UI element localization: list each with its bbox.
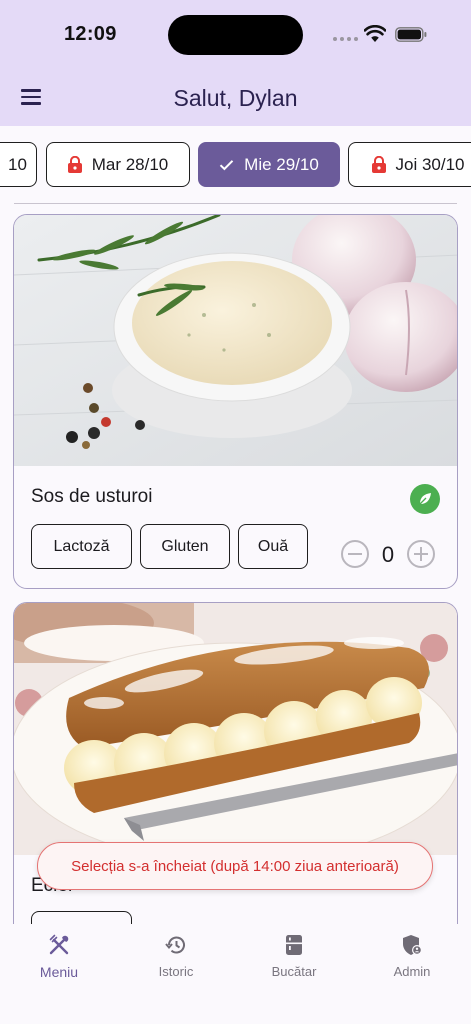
divider (14, 203, 457, 204)
app-bar: Salut, Dylan (0, 70, 471, 126)
vegetarian-leaf-icon (410, 484, 440, 514)
status-time: 12:09 (64, 23, 117, 45)
fridge-icon (281, 932, 307, 958)
date-chip-label: 10 (8, 154, 27, 174)
date-chip-selected[interactable]: Mie 29/10 (198, 142, 340, 187)
app-screen: 12:09 Salut, Dylan 10 Mar 28/10 Mie 29/1… (0, 0, 471, 1024)
nav-item-label: Bucătar (271, 964, 317, 979)
menu-item-card: Ecler (13, 602, 458, 942)
date-chip-label: Mar 28/10 (91, 154, 169, 174)
dish-photo (14, 603, 457, 855)
selection-closed-toast: Selecția s-a încheiat (după 14:00 ziua a… (37, 842, 433, 890)
dish-name: Sos de usturoi (31, 486, 153, 507)
nav-item-istoric[interactable]: Istoric (121, 932, 231, 992)
allergen-tag: Lactoză (31, 524, 132, 569)
dynamic-island (168, 15, 303, 55)
date-chip-label: Mie 29/10 (244, 154, 319, 174)
bottom-navigation: Meniu Istoric Bucătar Admin (0, 924, 471, 1024)
checkmark-icon (219, 159, 234, 170)
nav-item-bucatar[interactable]: Bucătar (239, 932, 349, 992)
date-chip[interactable]: 10 (0, 142, 37, 187)
allergen-tag: Gluten (140, 524, 230, 569)
date-chip-locked[interactable]: Joi 30/10 (348, 142, 471, 187)
battery-icon (395, 27, 427, 42)
nav-item-label: Admin (393, 964, 431, 979)
nav-item-admin[interactable]: Admin (357, 932, 467, 992)
history-icon (163, 932, 189, 958)
quantity-value: 0 (381, 542, 395, 567)
dish-photo (14, 215, 457, 466)
date-chip-label: Joi 30/10 (395, 154, 465, 174)
date-chip-locked[interactable]: Mar 28/10 (46, 142, 190, 187)
nav-item-label: Istoric (158, 964, 194, 979)
date-selector: 10 Mar 28/10 Mie 29/10 Joi 30/10 (0, 142, 471, 188)
lock-icon (371, 156, 386, 173)
nav-item-meniu[interactable]: Meniu (4, 932, 114, 992)
header: 12:09 Salut, Dylan (0, 0, 471, 126)
cutlery-icon (46, 932, 72, 958)
lock-icon (67, 156, 82, 173)
cellular-signal-icon (333, 37, 359, 43)
menu-item-card: Sos de usturoi Lactoză Gluten Ouă 0 (13, 214, 458, 589)
status-bar: 12:09 (0, 0, 471, 70)
admin-shield-icon (399, 932, 425, 958)
nav-item-label: Meniu (39, 964, 79, 980)
wifi-icon (364, 25, 386, 42)
page-title: Salut, Dylan (173, 85, 298, 111)
allergen-tag: Ouă (238, 524, 308, 569)
increase-quantity-button[interactable] (407, 540, 435, 568)
decrease-quantity-button[interactable] (341, 540, 369, 568)
